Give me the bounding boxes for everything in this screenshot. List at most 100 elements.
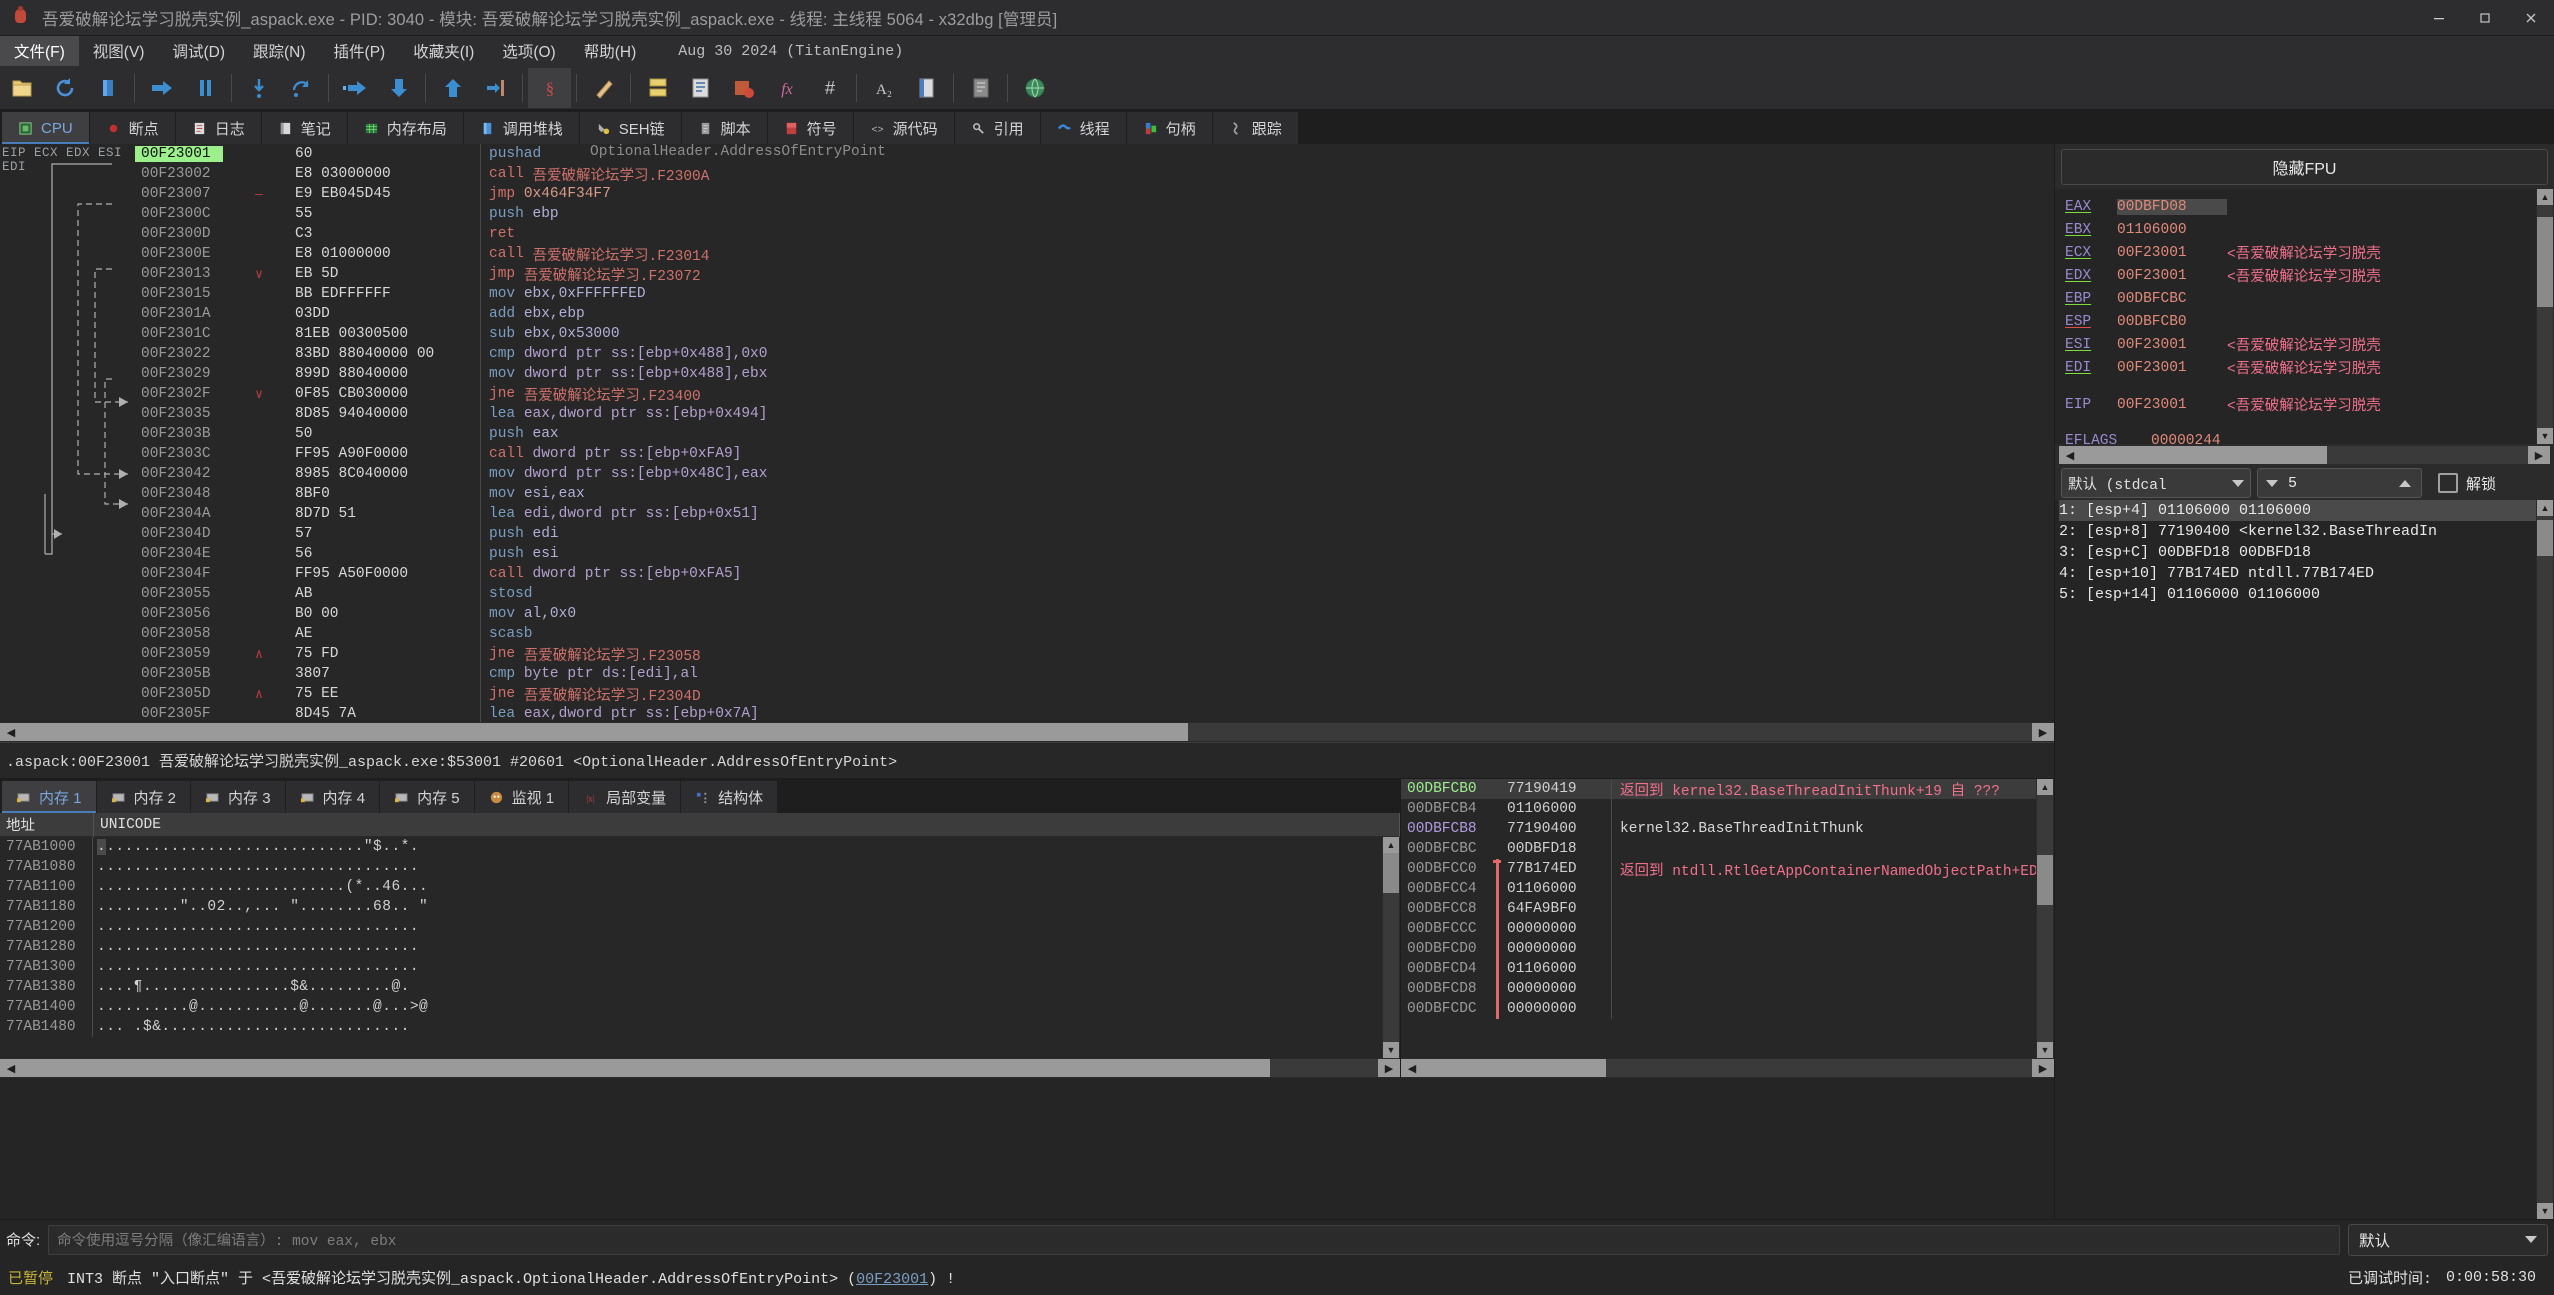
stack-row[interactable]: 00DBFCC077B174ED返回到 ntdll.RtlGetAppConta… xyxy=(1401,859,2036,879)
menu-trace[interactable]: 跟踪(N) xyxy=(239,36,320,66)
scroll-thumb[interactable] xyxy=(2081,446,2327,464)
scroll-right-icon[interactable]: ▶ xyxy=(2528,446,2550,464)
scroll-thumb[interactable] xyxy=(1423,1059,1606,1077)
argument-row[interactable]: 1: [esp+4] 01106000 01106000 xyxy=(2059,500,2536,521)
disassembly-row[interactable]: 00F230488BF0mov esi,eax xyxy=(135,484,2054,504)
dump-col-address[interactable]: 地址 xyxy=(0,813,94,837)
dump-row[interactable]: 77AB1200................................… xyxy=(0,917,1382,937)
menu-help[interactable]: 帮助(H) xyxy=(570,36,651,66)
eflags-value[interactable]: 00000244 xyxy=(2151,433,2221,444)
scroll-track[interactable] xyxy=(1383,853,1399,1042)
register-row[interactable]: ESP00DBFCB0 xyxy=(2065,310,2536,333)
dump-data[interactable]: ................................... xyxy=(97,939,419,955)
scroll-thumb[interactable] xyxy=(22,723,1188,741)
dump-data[interactable]: ...........................(*..46... xyxy=(97,879,428,895)
dump-row[interactable]: 77AB1400..........@...........@.......@.… xyxy=(0,997,1382,1017)
disassembly-row[interactable]: 00F2301A03DDadd ebx,ebp xyxy=(135,304,2054,324)
argument-row[interactable]: 2: [esp+8] 77190400 <kernel32.BaseThread… xyxy=(2059,521,2536,542)
scroll-track[interactable] xyxy=(22,723,2032,741)
disassembly-row[interactable]: 00F23058AEscasb xyxy=(135,624,2054,644)
dump-col-unicode[interactable]: UNICODE xyxy=(94,813,1400,837)
disassembly-row[interactable]: 00F2300EE8 01000000call 吾爱破解论坛学习.F23014 xyxy=(135,244,2054,264)
stack-rows[interactable]: 00DBFCB077190419返回到 kernel32.BaseThreadI… xyxy=(1401,779,2036,1058)
register-value[interactable]: 00F23001 xyxy=(2117,245,2227,261)
disassembly-view[interactable]: EIP ECX EDX ESI EDI xyxy=(0,144,2054,722)
calculator-icon[interactable]: fx xyxy=(765,68,808,108)
tab-breakpoints[interactable]: 断点 xyxy=(90,112,176,144)
disassembly-row[interactable]: 00F23015BB EDFFFFFFmov ebx,0xFFFFFFED xyxy=(135,284,2054,304)
scroll-up-icon[interactable]: ▲ xyxy=(2537,189,2553,205)
stack-row[interactable]: 00DBFCBC00DBFD18 xyxy=(1401,839,2036,859)
scroll-right-icon[interactable]: ▶ xyxy=(2032,1059,2054,1077)
stack-row[interactable]: 00DBFCC401106000 xyxy=(1401,879,2036,899)
scroll-thumb[interactable] xyxy=(1383,853,1399,893)
run-to-selection-icon[interactable] xyxy=(474,68,517,108)
disassembly-row[interactable]: 00F2303CFF95 A90F0000call dword ptr ss:[… xyxy=(135,444,2054,464)
stack-value[interactable]: 00000000 xyxy=(1503,921,1611,937)
stack-hscrollbar[interactable]: ◀ ▶ xyxy=(1401,1058,2054,1078)
hide-fpu-button[interactable]: 隐藏FPU xyxy=(2061,149,2548,185)
disassembly-row[interactable]: 00F2302F∨0F85 CB030000jne 吾爱破解论坛学习.F2340… xyxy=(135,384,2054,404)
scroll-track[interactable] xyxy=(2081,446,2528,464)
register-value[interactable]: 00F23001 xyxy=(2117,360,2227,376)
register-value[interactable]: 00F23001 xyxy=(2117,268,2227,284)
dump-tab-memory-3[interactable]: 内存 3 xyxy=(191,781,286,813)
scroll-up-icon[interactable]: ▲ xyxy=(2037,779,2053,795)
close-button[interactable] xyxy=(2508,0,2554,36)
disassembly-row[interactable]: 00F2300DC3ret xyxy=(135,224,2054,244)
stack-value[interactable]: 01106000 xyxy=(1503,881,1611,897)
tab-threads[interactable]: 线程 xyxy=(1041,112,1127,144)
disassembly-row[interactable]: 00F23013∨EB 5Djmp 吾爱破解论坛学习.F23072 xyxy=(135,264,2054,284)
disassembly-row[interactable]: 00F2300C55push ebp xyxy=(135,204,2054,224)
dump-tab-locals[interactable]: |x| 局部变量 xyxy=(569,781,681,813)
disassembly-rows[interactable]: 00F2300160pushad00F23002E8 03000000call … xyxy=(135,144,2054,722)
stack-value[interactable]: 00DBFD18 xyxy=(1503,841,1611,857)
disassembly-row[interactable]: 00F23059∧75 FDjne 吾爱破解论坛学习.F23058 xyxy=(135,644,2054,664)
pause-icon[interactable] xyxy=(183,68,226,108)
disassembly-row[interactable]: 00F2304A8D7D 51lea edi,dword ptr ss:[ebp… xyxy=(135,504,2054,524)
argument-count-spinner[interactable]: 5 xyxy=(2257,468,2422,498)
scroll-track[interactable] xyxy=(2537,516,2553,1203)
scroll-left-icon[interactable]: ◀ xyxy=(1401,1059,1423,1077)
dump-data[interactable]: ................................... xyxy=(97,919,419,935)
execute-till-return-icon[interactable] xyxy=(431,68,474,108)
dump-data[interactable]: ... .$&........................... xyxy=(97,1019,410,1035)
scroll-thumb[interactable] xyxy=(2537,217,2553,307)
tab-symbols[interactable]: 符号 xyxy=(768,112,854,144)
dump-tab-memory-4[interactable]: 内存 4 xyxy=(286,781,381,813)
breakpoints-icon[interactable] xyxy=(722,68,765,108)
eip-row[interactable]: EIP00F23001<吾爱破解论坛学习脱壳 xyxy=(2065,393,2536,416)
dump-data[interactable]: ................................... xyxy=(97,959,419,975)
stack-value[interactable]: 77190400 xyxy=(1503,821,1611,837)
dump-tab-memory-2[interactable]: 内存 2 xyxy=(97,781,192,813)
tab-seh[interactable]: SEH链 xyxy=(580,112,682,144)
stack-value[interactable]: 00000000 xyxy=(1503,941,1611,957)
tab-trace[interactable]: 跟踪 xyxy=(1213,112,1299,144)
scroll-down-icon[interactable]: ▼ xyxy=(2537,428,2553,444)
stack-value[interactable]: 77B174ED xyxy=(1503,861,1611,877)
scroll-track[interactable] xyxy=(2037,795,2053,1042)
menu-plugins[interactable]: 插件(P) xyxy=(320,36,400,66)
tab-call-stack[interactable]: 调用堆栈 xyxy=(464,112,580,144)
disassembly-row[interactable]: 00F2305D∧75 EEjne 吾爱破解论坛学习.F2304D xyxy=(135,684,2054,704)
disassembly-row[interactable]: 00F2305B3807cmp byte ptr ds:[edi],al xyxy=(135,664,2054,684)
unlock-checkbox[interactable] xyxy=(2438,473,2458,493)
run-icon[interactable] xyxy=(140,68,183,108)
register-value[interactable]: 00F23001 xyxy=(2117,397,2227,413)
disassembly-row[interactable]: 00F230428985 8C040000mov dword ptr ss:[e… xyxy=(135,464,2054,484)
scroll-down-icon[interactable]: ▼ xyxy=(1383,1042,1399,1058)
disassembly-row[interactable]: 00F2304D57push edi xyxy=(135,524,2054,544)
register-row[interactable]: ESI00F23001<吾爱破解论坛学习脱壳 xyxy=(2065,333,2536,356)
profile-select[interactable]: 默认 xyxy=(2348,1224,2548,1256)
log-icon[interactable] xyxy=(679,68,722,108)
scroll-track[interactable] xyxy=(2537,205,2553,428)
tab-log[interactable]: 日志 xyxy=(176,112,262,144)
disassembly-row[interactable]: 00F2303B50push eax xyxy=(135,424,2054,444)
scroll-down-icon[interactable]: ▼ xyxy=(2537,1203,2553,1219)
dump-data[interactable]: ..........@...........@.......@...>@ xyxy=(97,999,428,1015)
command-input[interactable]: 命令使用逗号分隔（像汇编语言）: mov eax, ebx xyxy=(48,1225,2340,1255)
dump-data[interactable]: ........."..02..,... "........68.. " xyxy=(97,899,428,915)
disassembly-row[interactable]: 00F23055ABstosd xyxy=(135,584,2054,604)
dump-hscrollbar[interactable]: ◀ ▶ xyxy=(0,1058,1400,1078)
dump-row[interactable]: 77AB1300................................… xyxy=(0,957,1382,977)
